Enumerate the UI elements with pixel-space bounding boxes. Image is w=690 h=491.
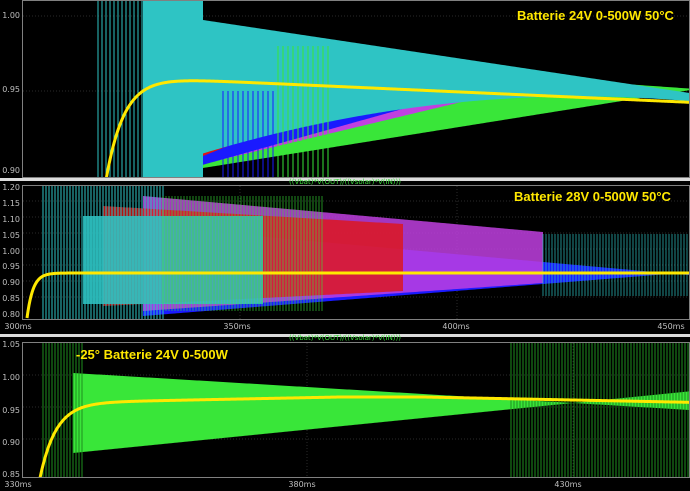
panel-caption: Batterie 24V 0-500W 50°C	[517, 8, 674, 23]
y-tick-label: 0.95	[2, 85, 20, 94]
waveform-traces	[23, 343, 689, 477]
waveform-plot-area[interactable]	[22, 342, 690, 478]
waveform-plot-area[interactable]	[22, 0, 690, 178]
x-tick-label: 380ms	[288, 480, 316, 489]
y-tick-label: 1.00	[2, 247, 20, 256]
panel-caption: Batterie 28V 0-500W 50°C	[514, 189, 671, 204]
y-tick-label: 0.95	[2, 262, 20, 271]
trace-expression[interactable]: ((Vbat)*V(OUT)/((Vsolar)*V(IN)))	[0, 334, 690, 342]
y-tick-label: 0.85	[2, 294, 20, 303]
y-tick-label: 0.80	[2, 310, 20, 319]
cyan-burst	[143, 1, 203, 177]
y-tick-label: 1.00	[2, 11, 20, 20]
waveform-plot-area[interactable]	[22, 185, 690, 320]
y-tick-label: 1.00	[2, 373, 20, 382]
green-trace	[73, 373, 689, 453]
waveform-traces	[23, 1, 689, 177]
y-tick-label: 0.85	[2, 470, 20, 479]
x-tick-label: 300ms	[4, 322, 32, 331]
x-tick-label: 450ms	[657, 322, 685, 331]
y-tick-label: 0.95	[2, 406, 20, 415]
y-tick-label: 1.05	[2, 340, 20, 349]
green-spikes	[510, 343, 689, 477]
panel-caption: -25° Batterie 24V 0-500W	[76, 347, 228, 362]
y-tick-label: 1.20	[2, 183, 20, 192]
y-tick-label: 0.90	[2, 278, 20, 287]
y-tick-label: 1.15	[2, 199, 20, 208]
plot-panel-bottom: ((Vbat)*V(OUT)/((Vsolar)*V(IN))) 1.05 1.…	[0, 334, 690, 491]
cyan-spikes	[97, 1, 151, 177]
x-tick-label: 400ms	[442, 322, 470, 331]
plot-panel-top: 1.00 0.95 0.90 Batterie 24V 0-500W 50°C	[0, 0, 690, 178]
x-tick-label: 430ms	[554, 480, 582, 489]
x-tick-label: 350ms	[223, 322, 251, 331]
cyan-trace	[83, 216, 263, 304]
x-tick-label: 330ms	[4, 480, 32, 489]
plot-panel-middle: ((Vbat)*V(OUT)/((Vsolar)*V(IN))) 1.20 1.…	[0, 178, 690, 337]
cyan-spikes	[42, 186, 164, 319]
y-tick-label: 0.90	[2, 438, 20, 447]
y-tick-label: 0.90	[2, 166, 20, 175]
y-tick-label: 1.10	[2, 215, 20, 224]
y-tick-label: 1.05	[2, 231, 20, 240]
waveform-traces	[23, 186, 689, 319]
